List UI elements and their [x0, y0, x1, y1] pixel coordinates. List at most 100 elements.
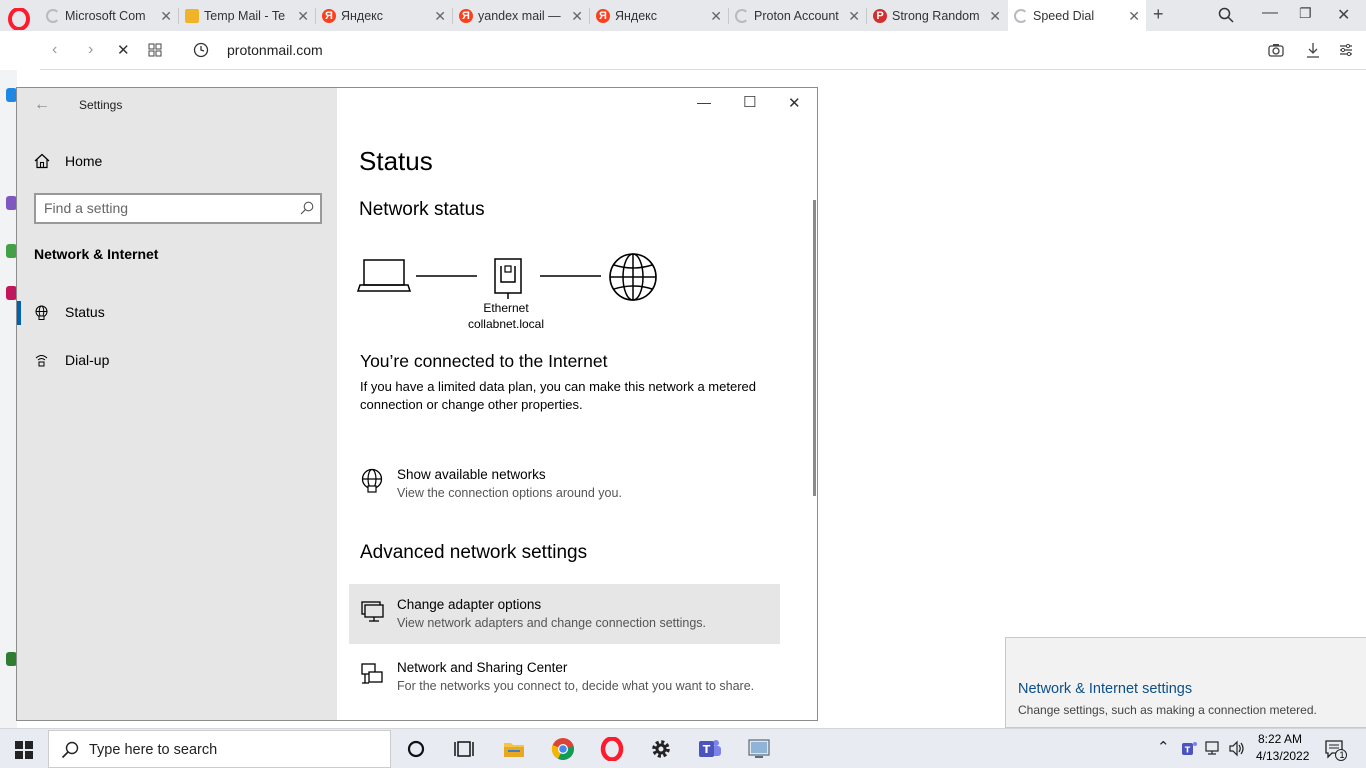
close-tab-icon[interactable]: ✕ [297, 8, 309, 25]
back-arrow-icon[interactable]: ← [34, 96, 50, 114]
page-title: Status [359, 146, 433, 176]
search-icon [300, 201, 314, 215]
network-sharing-center-link[interactable]: Network and Sharing Center For the netwo… [349, 647, 780, 707]
cortana-icon[interactable] [404, 737, 428, 761]
yandex-icon: Я [459, 8, 473, 23]
windows-start-icon[interactable] [15, 741, 33, 759]
adapter-domain: collabnet.local [467, 317, 545, 331]
teams-tray-icon[interactable]: T [1181, 740, 1198, 757]
browser-tab[interactable]: Microsoft Com ✕ [40, 0, 178, 31]
network-adapter-icon [361, 601, 384, 622]
connection-status-desc: If you have a limited data plan, you can… [360, 379, 756, 412]
browser-tab[interactable]: P Strong Random ✕ [867, 0, 1007, 31]
close-tab-icon[interactable]: ✕ [848, 8, 860, 25]
connection-status-title: You’re connected to the Internet [360, 351, 608, 371]
home-icon[interactable] [34, 153, 50, 169]
settings-sidebar: ← Settings Home Network & Internet Statu… [17, 88, 337, 720]
sidebar-item-label: Status [65, 304, 105, 320]
settings-window: ← Settings Home Network & Internet Statu… [16, 87, 818, 721]
laptop-icon [357, 259, 412, 292]
volume-icon[interactable] [1228, 740, 1246, 757]
browser-tab[interactable]: Я Яндекс ✕ [590, 0, 728, 31]
show-networks-link[interactable]: Show available networks View the connect… [349, 454, 780, 514]
globe-icon [35, 305, 48, 320]
taskbar-search-box[interactable]: Type here to search [48, 730, 391, 768]
scrollbar[interactable] [813, 200, 816, 496]
close-tab-icon[interactable]: ✕ [1128, 8, 1140, 25]
address-bar: ‹ › ✕ protonmail.com [40, 31, 1366, 70]
close-tab-icon[interactable]: ✕ [989, 8, 1001, 25]
sidebar-item-dialup[interactable]: Dial-up [17, 341, 337, 381]
browser-sidebar [0, 70, 17, 728]
file-explorer-icon[interactable] [502, 737, 526, 761]
browser-tab[interactable]: Proton Account ✕ [729, 0, 866, 31]
loading-icon [46, 8, 60, 23]
home-link[interactable]: Home [65, 153, 102, 169]
notification-toast[interactable]: Network & Internet settings Change setti… [1005, 637, 1366, 728]
browser-tab-active[interactable]: Speed Dial ✕ [1008, 0, 1146, 31]
back-icon[interactable]: ‹ [52, 41, 57, 59]
browser-tab[interactable]: Temp Mail - Te ✕ [179, 0, 315, 31]
search-tabs-icon[interactable] [1218, 7, 1234, 23]
restore-icon[interactable]: ❐ [1299, 5, 1312, 22]
settings-content: — ☐ ✕ Status Network status Ethernet col… [337, 88, 817, 720]
find-setting-input[interactable] [44, 200, 294, 216]
ethernet-icon [494, 258, 522, 299]
yandex-icon: Я [596, 8, 610, 23]
toast-title[interactable]: Network & Internet settings [1018, 681, 1192, 697]
option-desc: View network adapters and change connect… [397, 616, 706, 630]
browser-tab[interactable]: Я Яндекс ✕ [316, 0, 452, 31]
easy-setup-icon[interactable] [1339, 43, 1353, 57]
snapshot-icon[interactable] [1268, 43, 1284, 57]
mail-icon [185, 8, 199, 23]
sidebar-item-label: Dial-up [65, 352, 110, 368]
option-title: Change adapter options [397, 597, 542, 612]
close-tab-icon[interactable]: ✕ [710, 8, 722, 25]
sidebar-item-status[interactable]: Status [17, 293, 337, 333]
site-info-icon[interactable] [193, 42, 209, 58]
search-icon [61, 741, 79, 759]
minimize-icon[interactable]: — [1262, 4, 1278, 22]
option-desc: For the networks you connect to, decide … [397, 679, 755, 693]
new-tab-icon[interactable]: + [1153, 4, 1164, 25]
browser-tab[interactable]: Я yandex mail — ✕ [453, 0, 589, 31]
remote-desktop-icon[interactable] [747, 737, 771, 761]
close-window-icon[interactable]: ✕ [1337, 5, 1350, 25]
notification-count-badge: 1 [1339, 750, 1345, 760]
network-tray-icon[interactable] [1205, 740, 1222, 757]
minimize-icon[interactable]: — [697, 94, 711, 110]
browser-tab-strip: Microsoft Com ✕ Temp Mail - Te ✕ Я Яндек… [0, 0, 1366, 31]
option-desc: View the connection options around you. [397, 486, 622, 500]
close-icon[interactable]: ✕ [788, 94, 801, 112]
find-setting-field[interactable] [34, 193, 322, 224]
teams-icon[interactable]: T [698, 737, 722, 761]
window-title: Settings [79, 98, 123, 112]
change-adapter-options-link[interactable]: Change adapter options View network adap… [349, 584, 780, 644]
clock-date[interactable]: 4/13/2022 [1256, 749, 1309, 763]
adapter-name: Ethernet [483, 301, 529, 315]
close-tab-icon[interactable]: ✕ [160, 8, 172, 25]
opera-icon[interactable] [600, 737, 624, 761]
chrome-icon[interactable] [551, 737, 575, 761]
network-status-heading: Network status [359, 199, 485, 220]
opera-logo-icon[interactable] [8, 8, 30, 30]
settings-gear-icon[interactable] [649, 737, 673, 761]
url-field[interactable]: protonmail.com [227, 42, 323, 58]
sharing-center-icon [361, 663, 383, 684]
show-hidden-icons-chevron-icon[interactable]: ⌃ [1157, 738, 1170, 756]
task-view-icon[interactable] [452, 737, 476, 761]
toast-desc: Change settings, such as making a connec… [1018, 703, 1317, 717]
download-icon[interactable] [1306, 42, 1320, 58]
close-tab-icon[interactable]: ✕ [434, 8, 446, 25]
svg-text:T: T [1185, 746, 1191, 755]
clock-time[interactable]: 8:22 AM [1258, 732, 1302, 746]
internet-globe-icon [609, 253, 657, 301]
stop-loading-icon[interactable]: ✕ [117, 41, 130, 59]
taskbar-search-placeholder: Type here to search [89, 742, 218, 758]
tabs-grid-icon[interactable] [148, 43, 162, 57]
dialup-icon [35, 355, 48, 367]
forward-icon[interactable]: › [88, 41, 93, 59]
close-tab-icon[interactable]: ✕ [571, 8, 583, 25]
maximize-icon[interactable]: ☐ [743, 93, 756, 111]
yandex-icon: Я [322, 8, 336, 23]
